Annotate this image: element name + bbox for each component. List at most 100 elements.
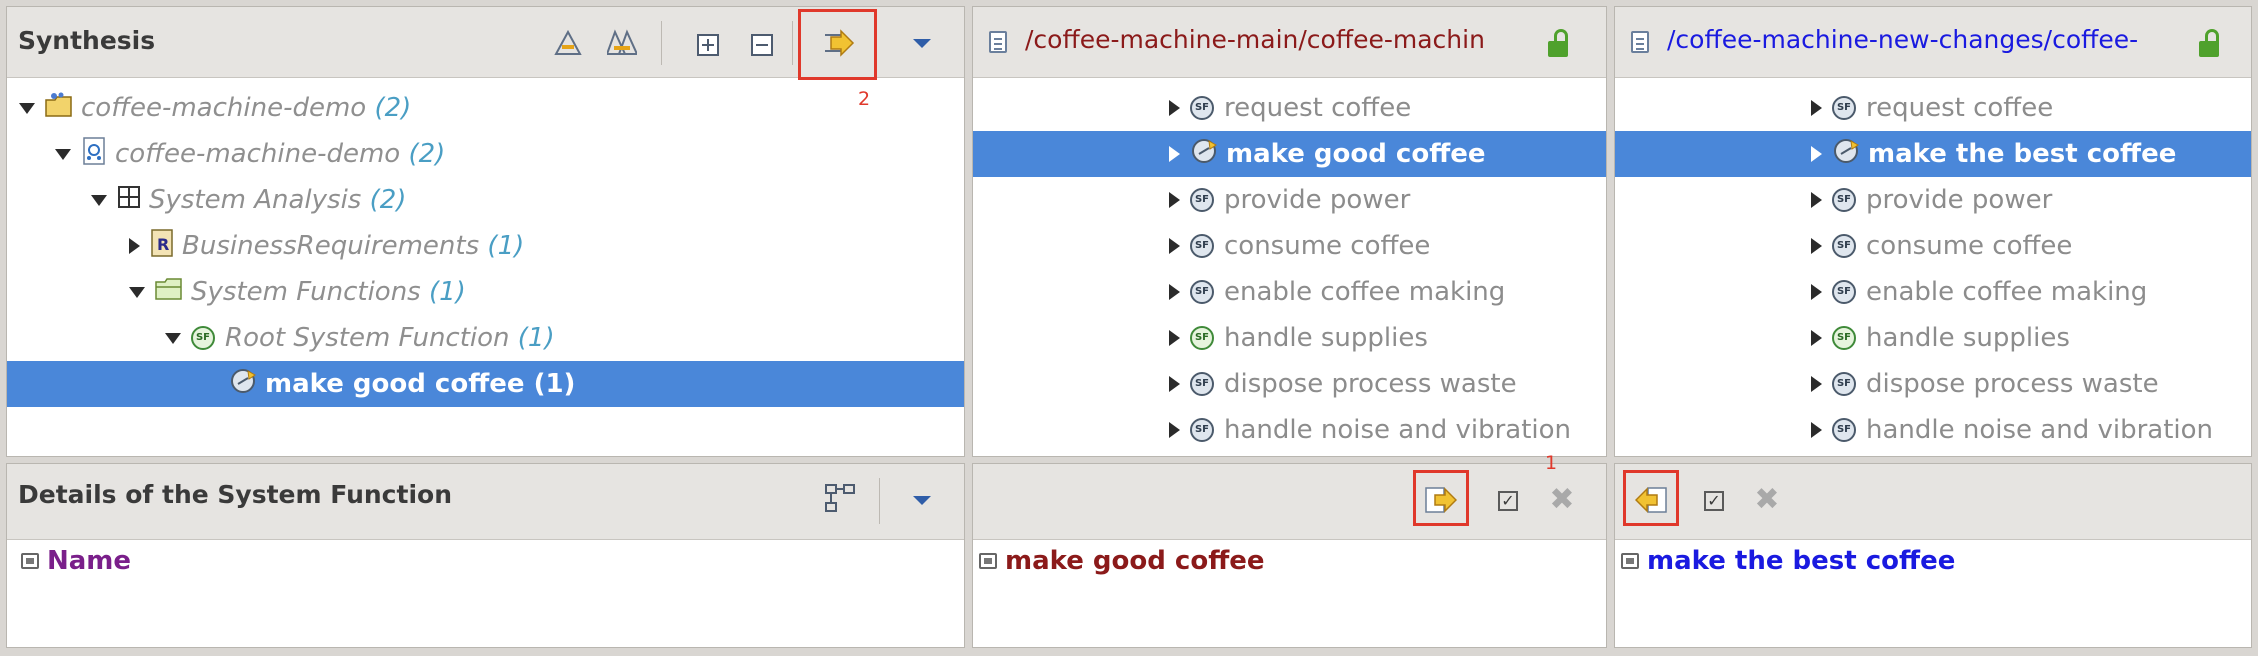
system-function-icon: SF [1190, 234, 1214, 258]
details-title: Details of the System Function [18, 480, 452, 509]
left-compare-tree[interactable]: SF request coffee make good coffee SF prov… [973, 85, 1606, 445]
right-details-header: ✓ ✖ [1615, 464, 2251, 540]
tree-item-selected[interactable]: make good coffee [973, 131, 1606, 177]
tree-item[interactable]: SF handle supplies [973, 315, 1606, 361]
synthesis-title: Synthesis [18, 26, 156, 55]
view-menu-dropdown-icon[interactable] [913, 496, 931, 505]
expand-all-icon[interactable] [693, 30, 723, 60]
merge-conflict-icon[interactable] [605, 27, 639, 61]
tree-item-label: provide power [1224, 185, 1411, 215]
expand-arrow-icon[interactable] [1169, 376, 1180, 392]
attribute-icon [21, 553, 39, 569]
tree-item-label: handle noise and vibration [1866, 415, 2214, 445]
tree-item[interactable]: coffee-machine-demo (2) [7, 131, 964, 177]
tree-item-label: consume coffee [1224, 231, 1431, 261]
expand-arrow-icon[interactable] [1169, 422, 1180, 438]
tree-item[interactable]: SF consume coffee [1615, 223, 2251, 269]
tree-item[interactable]: SF Root System Function (1) [7, 315, 964, 361]
expand-arrow-icon[interactable] [91, 194, 107, 206]
accept-checkbox-icon[interactable]: ✓ [1704, 491, 1724, 511]
tree-item-label: coffee-machine-demo [115, 139, 401, 169]
tree-item-selected[interactable]: make the best coffee [1615, 131, 2251, 177]
tree-item-label: request coffee [1866, 93, 2054, 123]
expand-arrow-icon[interactable] [1811, 100, 1822, 116]
left-compare-panel: /coffee-machine-main/coffee-machin SF req… [972, 6, 1607, 457]
expand-arrow-icon[interactable] [1811, 284, 1822, 300]
system-function-icon: SF [1832, 96, 1856, 120]
tree-item-label: make good coffee (1) [265, 369, 576, 399]
tree-item[interactable]: SF handle noise and vibration [973, 407, 1606, 453]
expand-arrow-icon[interactable] [1169, 238, 1180, 254]
view-menu-dropdown-icon[interactable] [913, 39, 931, 48]
expand-arrow-icon[interactable] [1811, 376, 1822, 392]
details-header: Details of the System Function [7, 464, 964, 540]
expand-arrow-icon[interactable] [1169, 192, 1180, 208]
changed-function-icon [1832, 137, 1860, 172]
system-function-icon: SF [1190, 96, 1214, 120]
right-compare-panel: /coffee-machine-new-changes/coffee- SF re… [1614, 6, 2252, 457]
tree-item-label: dispose process waste [1866, 369, 2159, 399]
link-editor-icon[interactable] [823, 482, 857, 516]
unlock-icon[interactable] [1548, 29, 1568, 57]
changed-function-icon [1190, 137, 1218, 172]
system-function-icon: SF [1190, 326, 1214, 350]
expand-arrow-icon[interactable] [1811, 192, 1822, 208]
expand-arrow-icon[interactable] [129, 238, 140, 254]
tree-item[interactable]: SF provide power [973, 177, 1606, 223]
reject-icon[interactable]: ✖ [1547, 482, 1577, 517]
system-function-icon: SF [1190, 418, 1214, 442]
tree-item-selected[interactable]: make good coffee (1) [7, 361, 964, 407]
tree-item-label: enable coffee making [1224, 277, 1506, 307]
expand-arrow-icon[interactable] [1169, 100, 1180, 116]
tree-item[interactable]: R BusinessRequirements (1) [7, 223, 964, 269]
expand-arrow-icon[interactable] [129, 286, 145, 298]
tree-item[interactable]: SF provide power [1615, 177, 2251, 223]
tree-item-label: make the best coffee [1868, 139, 2177, 169]
tree-item[interactable]: SF handle supplies [1615, 315, 2251, 361]
tree-item[interactable]: SF handle noise and vibration [1615, 407, 2251, 453]
expand-arrow-icon[interactable] [1811, 238, 1822, 254]
expand-arrow-icon[interactable] [1169, 146, 1180, 162]
system-function-icon: SF [1832, 234, 1856, 258]
tree-item-label: provide power [1866, 185, 2053, 215]
tree-item[interactable]: System Functions (1) [7, 269, 964, 315]
accept-checkbox-icon[interactable]: ✓ [1498, 491, 1518, 511]
expand-arrow-icon[interactable] [1811, 330, 1822, 346]
tree-item-label: BusinessRequirements [182, 231, 480, 261]
right-compare-tree[interactable]: SF request coffee make the best coffee SF… [1615, 85, 2251, 445]
system-function-icon: SF [1190, 372, 1214, 396]
name-field-label: Name [21, 546, 131, 576]
unlock-icon[interactable] [2199, 29, 2219, 57]
synthesis-tree[interactable]: coffee-machine-demo (2) coffee-machine-d… [7, 85, 964, 435]
expand-arrow-icon[interactable] [1169, 330, 1180, 346]
tree-item[interactable]: SF dispose process waste [973, 361, 1606, 407]
tree-item[interactable]: SF request coffee [1615, 85, 2251, 131]
expand-arrow-icon[interactable] [165, 332, 181, 344]
toolbar-separator [792, 21, 793, 65]
merge-all-icon[interactable] [551, 27, 585, 61]
tree-item[interactable]: SF enable coffee making [973, 269, 1606, 315]
tree-item[interactable]: SF enable coffee making [1615, 269, 2251, 315]
tree-item[interactable]: coffee-machine-demo (2) [7, 85, 964, 131]
expand-arrow-icon[interactable] [1811, 422, 1822, 438]
system-function-icon: SF [1832, 280, 1856, 304]
tree-item[interactable]: System Analysis (2) [7, 177, 964, 223]
tree-item-count: (1) [487, 231, 525, 261]
system-function-icon: SF [1832, 188, 1856, 212]
tree-item-count: (2) [374, 93, 412, 123]
left-details-header: ✓ ✖ [973, 464, 1606, 540]
synthesis-header: Synthesis [7, 7, 964, 80]
right-name-value: make the best coffee [1621, 546, 1955, 576]
expand-arrow-icon[interactable] [55, 148, 71, 160]
tree-item-label: System Analysis [149, 185, 362, 215]
collapse-all-icon[interactable] [747, 30, 777, 60]
tree-item[interactable]: SF consume coffee [973, 223, 1606, 269]
tree-item[interactable]: SF request coffee [973, 85, 1606, 131]
synthesis-panel: Synthesis 2 coffee-machine-demo (2) coff… [6, 6, 965, 457]
reject-icon[interactable]: ✖ [1752, 482, 1782, 517]
expand-arrow-icon[interactable] [1811, 146, 1822, 162]
expand-arrow-icon[interactable] [19, 102, 35, 114]
expand-arrow-icon[interactable] [1169, 284, 1180, 300]
system-function-icon: SF [191, 326, 215, 350]
tree-item[interactable]: SF dispose process waste [1615, 361, 2251, 407]
